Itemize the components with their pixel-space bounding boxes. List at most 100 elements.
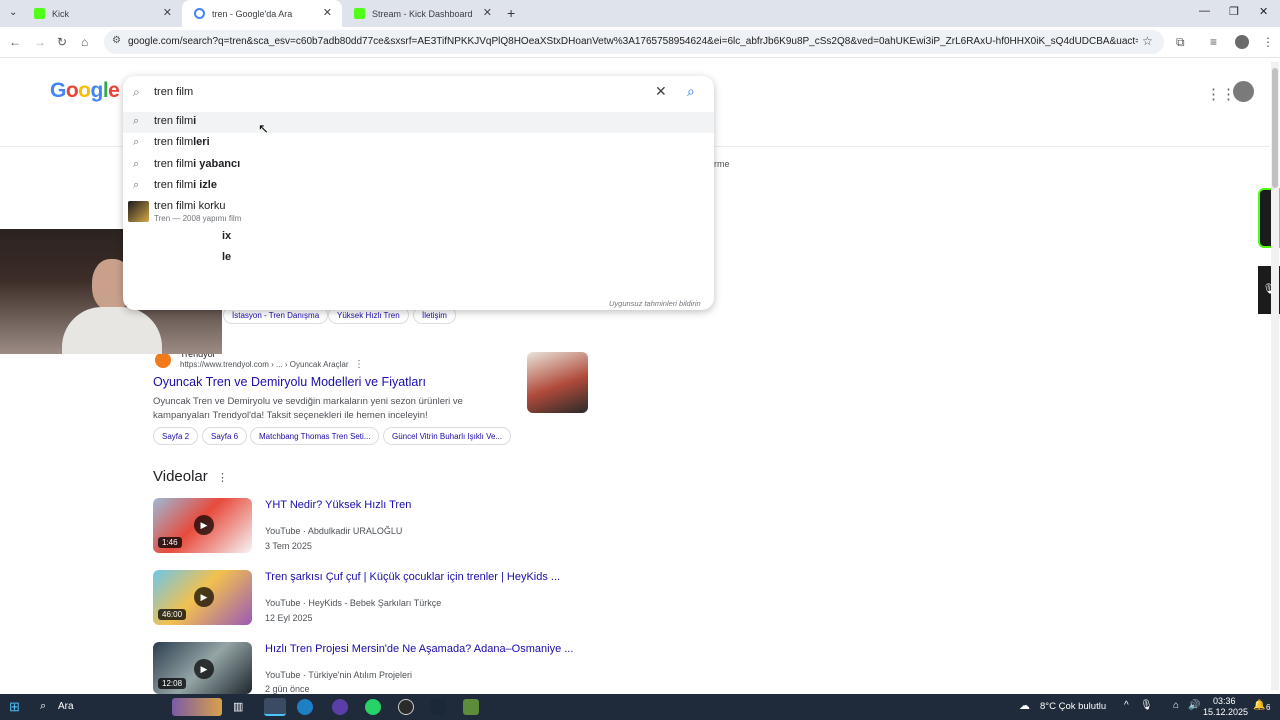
- app-icon[interactable]: [332, 699, 348, 715]
- suggestion-text: tren film: [154, 158, 194, 170]
- partial-tab-text: rme: [714, 159, 730, 169]
- windows-taskbar: ⊞ ⌕ Ara ▥ ☁ 8°C Çok bulutlu ^ 🎙 ⌂ 🔊 03:3…: [0, 694, 1280, 720]
- maximize-icon[interactable]: ❐: [1229, 5, 1239, 18]
- search-icon: ⌕: [133, 158, 140, 170]
- weather-icon[interactable]: ☁: [1019, 699, 1030, 712]
- mic-icon[interactable]: 🎙: [1140, 700, 1153, 711]
- report-predictions-link[interactable]: Uygunsuz tahminleri bildirin: [609, 299, 701, 308]
- search-icon: ⌕: [133, 85, 140, 99]
- obs-app-icon[interactable]: [398, 699, 414, 715]
- extensions-icon[interactable]: ⧉: [1176, 35, 1185, 50]
- search-submit-icon[interactable]: ⌕: [687, 83, 695, 100]
- chip-page-6[interactable]: Sayfa 6: [202, 427, 248, 445]
- suggestion-item[interactable]: ⌕ tren filmi: [123, 112, 714, 133]
- suggestion-text: tren film: [154, 136, 194, 148]
- play-icon: ▶: [194, 515, 214, 535]
- video-title[interactable]: Hızlı Tren Projesi Mersin'de Ne Aşamada?…: [265, 643, 573, 655]
- steam-app-icon[interactable]: [430, 699, 446, 715]
- video-thumbnail[interactable]: ▶ 1:46: [153, 498, 252, 553]
- address-bar[interactable]: ⚙ google.com/search?q=tren&sca_esv=c60b7…: [104, 30, 1164, 54]
- url-text: google.com/search?q=tren&sca_esv=c60b7ad…: [128, 36, 1138, 47]
- videos-more-icon[interactable]: ⋮: [217, 471, 228, 484]
- chrome-menu-icon[interactable]: ⋮: [1262, 35, 1274, 49]
- video-title[interactable]: Tren şarkısı Çuf çuf | Küçük çocuklar iç…: [265, 571, 560, 583]
- suggestion-bold: ix: [222, 230, 232, 242]
- suggestion-item[interactable]: tren filmi korku Tren — 2008 yapımı film: [123, 197, 714, 225]
- movie-poster-thumbnail: [128, 201, 149, 222]
- suggestion-item[interactable]: le: [123, 248, 714, 269]
- video-duration: 1:46: [158, 537, 182, 548]
- suggestion-bold: leri: [193, 136, 210, 148]
- home-icon[interactable]: ⌂: [81, 35, 88, 49]
- close-window-icon[interactable]: ✕: [1259, 5, 1268, 18]
- google-favicon-icon: [194, 8, 205, 19]
- network-icon[interactable]: ⌂: [1173, 700, 1179, 711]
- suggestion-item[interactable]: ⌕ tren filmi yabancı: [123, 155, 714, 176]
- suggestion-item[interactable]: ⌕ tren filmi izle: [123, 176, 714, 197]
- video-title[interactable]: YHT Nedir? Yüksek Hızlı Tren: [265, 499, 411, 511]
- close-tab-icon[interactable]: ✕: [323, 6, 332, 19]
- result-title[interactable]: Oyuncak Tren ve Demiryolu Modelleri ve F…: [153, 375, 426, 389]
- tab-kick[interactable]: Kick ✕: [22, 0, 182, 27]
- widgets-app-icon[interactable]: [172, 698, 222, 716]
- taskbar-search-label[interactable]: Ara: [58, 701, 74, 712]
- forward-icon[interactable]: →: [34, 35, 46, 49]
- clock-time[interactable]: 03:36: [1213, 696, 1236, 706]
- scrollbar[interactable]: [1271, 62, 1279, 690]
- profile-avatar[interactable]: [1235, 35, 1249, 49]
- clock-date[interactable]: 15.12.2025: [1203, 707, 1248, 717]
- tab-google[interactable]: tren - Google'da Ara ✕: [182, 0, 342, 27]
- whatsapp-app-icon[interactable]: [365, 699, 381, 715]
- tray-chevron-icon[interactable]: ^: [1124, 700, 1129, 711]
- chip-page-2[interactable]: Sayfa 2: [153, 427, 199, 445]
- clear-search-icon[interactable]: ✕: [655, 83, 667, 100]
- scrollbar-thumb[interactable]: [1272, 68, 1278, 188]
- video-thumbnail[interactable]: ▶ 12:08: [153, 642, 252, 694]
- taskbar-search-icon[interactable]: ⌕: [40, 700, 46, 713]
- minimize-icon[interactable]: —: [1199, 5, 1210, 17]
- suggestion-item[interactable]: ⌕ tren filmleri: [123, 133, 714, 154]
- chip-guncel-vitrin[interactable]: Güncel Vitrin Buharlı Işıklı Ve...: [383, 427, 512, 445]
- site-favicon-icon: [155, 352, 171, 368]
- video-source: YouTube · Türkiye'nin Atılım Projeleri: [265, 670, 412, 680]
- back-icon[interactable]: ←: [9, 35, 21, 49]
- result-snippet: kampanyaları Trendyol'da! Taksit seçenek…: [153, 410, 428, 421]
- tab-kick-dashboard[interactable]: Stream - Kick Dashboard ✕: [342, 0, 502, 27]
- suggestion-text: tren film: [154, 179, 194, 191]
- result-snippet: Oyuncak Tren ve Demiryolu ve sevdiğin ma…: [153, 396, 463, 407]
- video-date: 3 Tem 2025: [265, 541, 312, 551]
- close-tab-icon[interactable]: ✕: [163, 6, 172, 19]
- bookmark-star-icon[interactable]: ☆: [1142, 34, 1153, 48]
- tab-title: Kick: [52, 8, 70, 19]
- start-icon[interactable]: ⊞: [9, 699, 20, 715]
- search-icon: ⌕: [133, 179, 140, 191]
- site-info-icon[interactable]: ⚙: [112, 35, 121, 46]
- site-url[interactable]: https://www.trendyol.com › ... › Oyuncak…: [180, 360, 349, 369]
- account-avatar[interactable]: [1233, 81, 1254, 102]
- video-date: 12 Eyl 2025: [265, 613, 313, 623]
- chrome-app-icon[interactable]: [264, 698, 286, 716]
- notification-icon[interactable]: 🔔: [1253, 700, 1265, 711]
- task-view-icon[interactable]: ▥: [233, 700, 243, 713]
- suggestion-bold: i: [193, 115, 197, 127]
- search-input[interactable]: tren film: [154, 86, 193, 98]
- google-logo[interactable]: Google: [50, 79, 120, 103]
- minecraft-app-icon[interactable]: [463, 699, 479, 715]
- close-tab-icon[interactable]: ✕: [483, 6, 492, 19]
- suggestion-bold: i yabancı: [193, 158, 241, 170]
- suggestion-subtext: Tren — 2008 yapımı film: [154, 214, 242, 223]
- edge-app-icon[interactable]: [297, 699, 313, 715]
- reload-icon[interactable]: ↻: [57, 35, 67, 49]
- result-more-icon[interactable]: ⋮: [354, 359, 364, 370]
- result-thumbnail[interactable]: [527, 352, 588, 413]
- tab-list-chevron-icon[interactable]: ⌄: [9, 7, 17, 18]
- search-icon: ⌕: [133, 136, 140, 148]
- video-source: YouTube · Abdulkadir URALOĞLU: [265, 526, 403, 536]
- new-tab-icon[interactable]: +: [507, 5, 515, 21]
- video-thumbnail[interactable]: ▶ 46:00: [153, 570, 252, 625]
- media-control-icon[interactable]: ≡: [1210, 35, 1217, 49]
- suggestion-item[interactable]: ix: [123, 227, 714, 248]
- chip-matchbang[interactable]: Matchbang Thomas Tren Seti...: [250, 427, 380, 445]
- volume-icon[interactable]: 🔊: [1188, 700, 1200, 711]
- weather-text[interactable]: 8°C Çok bulutlu: [1040, 701, 1106, 712]
